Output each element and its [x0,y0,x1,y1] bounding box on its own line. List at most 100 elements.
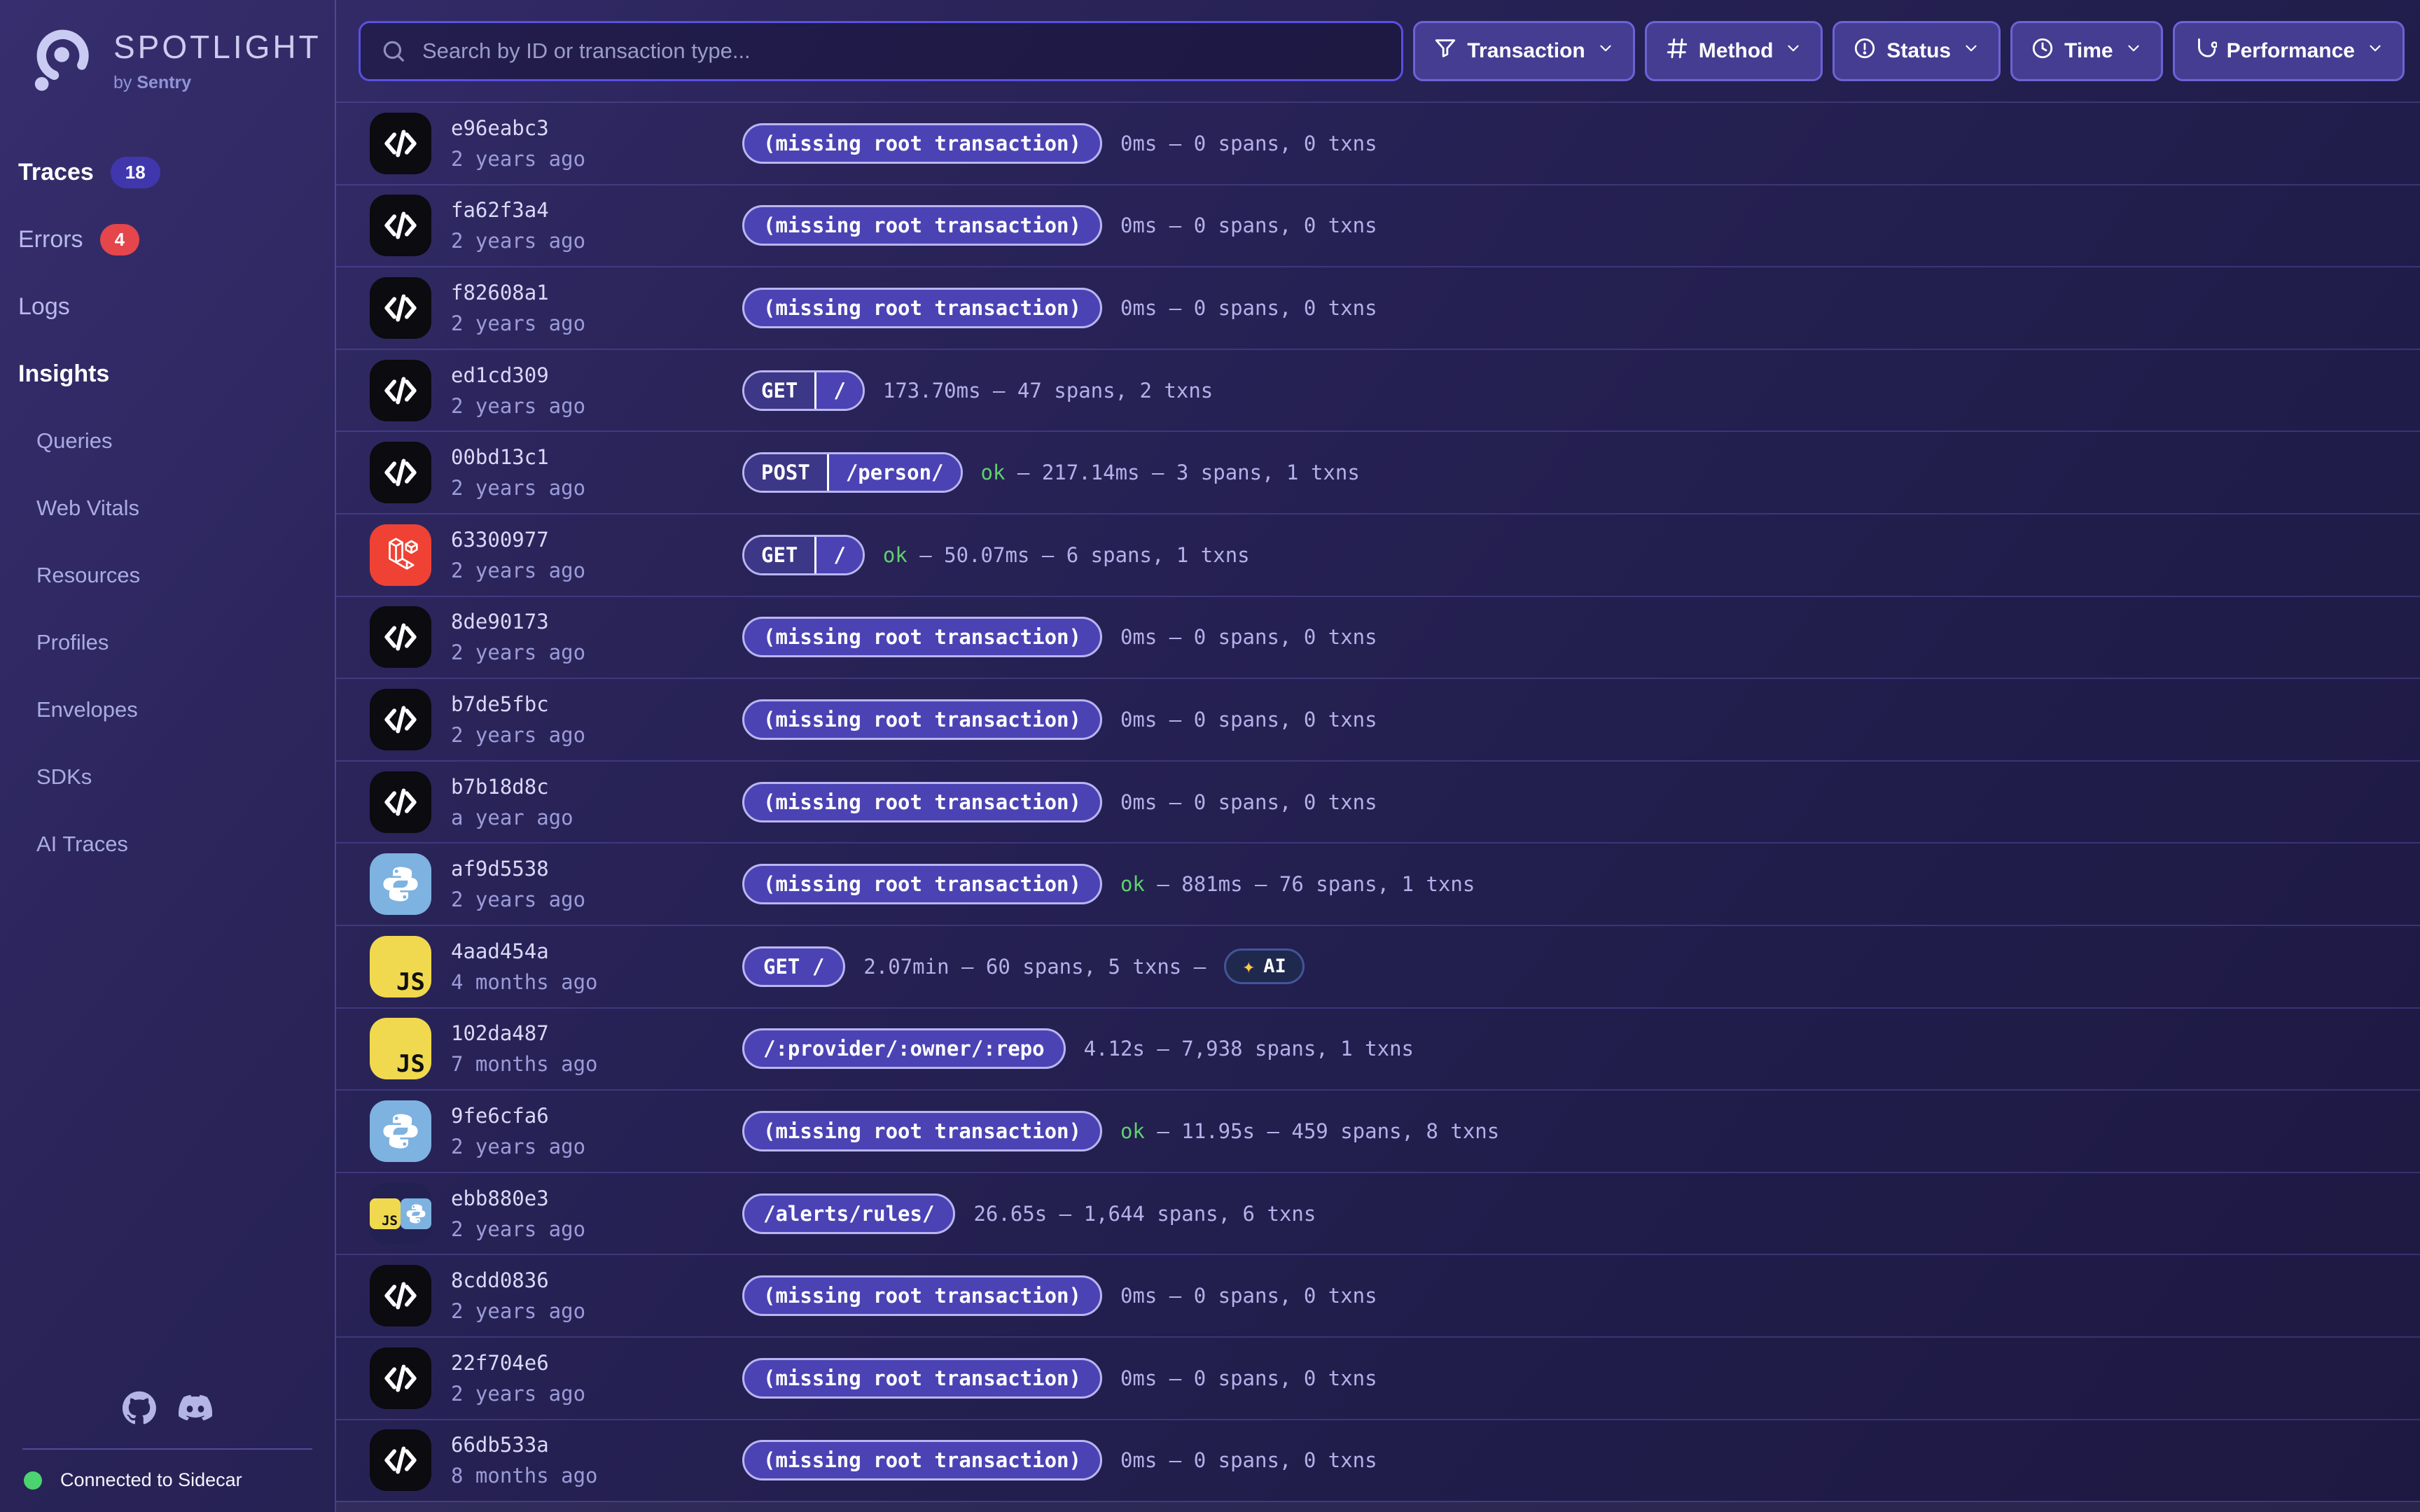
trace-row-partial[interactable] [336,1501,2420,1512]
hash-icon [1665,36,1689,66]
trace-age: 7 months ago [451,1052,742,1076]
trace-row[interactable]: 00bd13c12 years agoPOST/person/ok — 217.… [336,430,2420,513]
sidebar-item-sdks[interactable]: SDKs [0,743,335,811]
sidebar-item-label: AI Traces [36,832,128,857]
trace-details: (missing root transaction)0ms — 0 spans,… [742,288,1377,328]
trace-age: 2 years ago [451,147,742,171]
chevron-down-icon [1961,39,1980,63]
trace-row[interactable]: JS102da4877 months ago/:provider/:owner/… [336,1007,2420,1090]
python-icon [401,1198,431,1229]
trace-stats: ok — 881ms — 76 spans, 1 txns [1120,872,1475,896]
code-icon [370,689,431,750]
python-icon [370,1100,431,1162]
trace-details: GET /2.07min — 60 spans, 5 txns —✦AI [742,946,1305,987]
trace-id: ebb880e3 [451,1186,742,1210]
filter-button-status[interactable]: Status [1833,21,2001,81]
sidecar-status: Connected to Sidecar [24,1469,335,1491]
trace-id-block: 102da4877 months ago [451,1021,742,1076]
trace-row[interactable]: af9d55382 years ago(missing root transac… [336,842,2420,925]
http-method: GET [744,372,814,409]
trace-id: 4aad454a [451,939,742,963]
trace-id-block: 4aad454a4 months ago [451,939,742,994]
trace-row[interactable]: b7de5fbc2 years ago(missing root transac… [336,678,2420,760]
sidebar-item-resources[interactable]: Resources [0,542,335,609]
discord-icon[interactable] [179,1391,212,1424]
trace-row[interactable]: JS4aad454a4 months agoGET /2.07min — 60 … [336,925,2420,1007]
trace-details: (missing root transaction) 0ms — 0 spans,… [742,1275,1377,1316]
filter-label: Time [2064,39,2113,63]
trace-details: (missing root transaction)0ms — 0 spans,… [742,699,1377,740]
trace-row[interactable]: 8de901732 years ago(missing root transac… [336,596,2420,678]
trace-id-block: af9d55382 years ago [451,857,742,911]
search-box [359,21,1403,81]
filter-button-time[interactable]: Time [2010,21,2162,81]
sidebar-item-insights[interactable]: Insights [0,340,335,407]
sidebar-item-queries[interactable]: Queries [0,407,335,475]
trace-row[interactable]: b7b18d8c a year ago(missing root transact… [336,760,2420,843]
trace-details: (missing root transaction)ok — 11.95s — … [742,1111,1499,1152]
trace-details: (missing root transaction)0ms — 0 spans,… [742,782,1377,822]
trace-id-block: 66db533a8 months ago [451,1433,742,1488]
trace-row[interactable]: 9fe6cfa62 years ago(missing root transac… [336,1089,2420,1172]
trace-id: b7b18d8c [451,775,742,799]
missing-root-transaction-badge: (missing root transaction) [742,782,1102,822]
missing-root-transaction-badge: (missing root transaction) [742,1275,1102,1316]
missing-root-transaction-badge: (missing root transaction) [742,699,1102,740]
filter-button-performance[interactable]: Performance [2173,21,2405,81]
toolbar: Transaction Method Status Time Performance [336,0,2420,102]
filter-button-method[interactable]: Method [1645,21,1823,81]
trace-id-block: 00bd13c12 years ago [451,445,742,500]
trace-age: 2 years ago [451,312,742,335]
social-links [0,1391,335,1424]
sidebar-item-traces[interactable]: Traces18 [0,139,335,206]
sidebar-footer: Connected to Sidecar [0,1391,335,1512]
funnel-icon [1433,36,1457,66]
trace-row[interactable]: e96eabc32 years ago(missing root transac… [336,102,2420,184]
transaction-path: / [814,372,862,409]
trace-id: 8de90173 [451,610,742,634]
trace-details: /alerts/rules/26.65s — 1,644 spans, 6 tx… [742,1194,1316,1234]
trace-row[interactable]: 66db533a8 months ago(missing root transa… [336,1419,2420,1502]
js-python-icon: JS [370,1183,431,1245]
trace-row[interactable]: 633009772 years agoGET/ok — 50.07ms — 6 … [336,513,2420,596]
filter-button-transaction[interactable]: Transaction [1413,21,1634,81]
spotlight-app: SPOTLIGHT by Sentry Traces18Errors4LogsI… [0,0,2420,1512]
missing-root-transaction-badge: (missing root transaction) [742,1111,1102,1152]
sidebar-item-web-vitals[interactable]: Web Vitals [0,475,335,542]
trace-details: /:provider/:owner/:repo4.12s — 7,938 spa… [742,1028,1414,1069]
sidebar-item-ai-traces[interactable]: AI Traces [0,811,335,878]
trace-row[interactable]: 8cdd08362 years ago(missing root transac… [336,1254,2420,1336]
trace-stats: 0ms — 0 spans, 0 txns [1120,1284,1377,1308]
sidebar: SPOTLIGHT by Sentry Traces18Errors4LogsI… [0,0,336,1512]
trace-id: 8cdd0836 [451,1268,742,1292]
filter-label: Method [1699,39,1774,63]
trace-id-block: 633009772 years ago [451,528,742,582]
sidebar-item-label: Traces [18,159,94,186]
trace-row[interactable]: fa62f3a42 years ago(missing root transac… [336,184,2420,267]
python-icon [370,853,431,915]
search-input[interactable] [422,38,1382,64]
trace-id-block: 9fe6cfa62 years ago [451,1104,742,1158]
trace-row[interactable]: ed1cd3092 years agoGET/173.70ms — 47 spa… [336,349,2420,431]
sidebar-item-logs[interactable]: Logs [0,273,335,340]
sidebar-item-envelopes[interactable]: Envelopes [0,676,335,743]
http-method: POST [744,454,827,491]
ai-badge-label: AI [1263,955,1286,977]
sidebar-item-errors[interactable]: Errors4 [0,206,335,273]
trace-details: POST/person/ok — 217.14ms — 3 spans, 1 t… [742,452,1360,493]
sidebar-item-profiles[interactable]: Profiles [0,609,335,676]
trace-row[interactable]: f82608a12 years ago(missing root transac… [336,266,2420,349]
sidebar-item-label: SDKs [36,764,92,790]
trace-id-block: ed1cd3092 years ago [451,363,742,418]
trace-row[interactable]: JS ebb880e3 2 years ago/alerts/rules/26.65… [336,1172,2420,1254]
trace-row[interactable]: 22f704e62 years ago(missing root transac… [336,1336,2420,1419]
transaction-badge: GET/ [742,535,865,575]
main-panel: Transaction Method Status Time Performance e… [336,0,2420,1512]
trace-id-block: b7de5fbc2 years ago [451,692,742,747]
filter-label: Performance [2227,39,2355,63]
trace-age: a year ago [451,806,742,830]
trace-age: 2 years ago [451,1217,742,1241]
sidebar-item-label: Insights [18,360,109,388]
ok-status: ok [883,543,908,567]
github-icon[interactable] [123,1391,156,1424]
